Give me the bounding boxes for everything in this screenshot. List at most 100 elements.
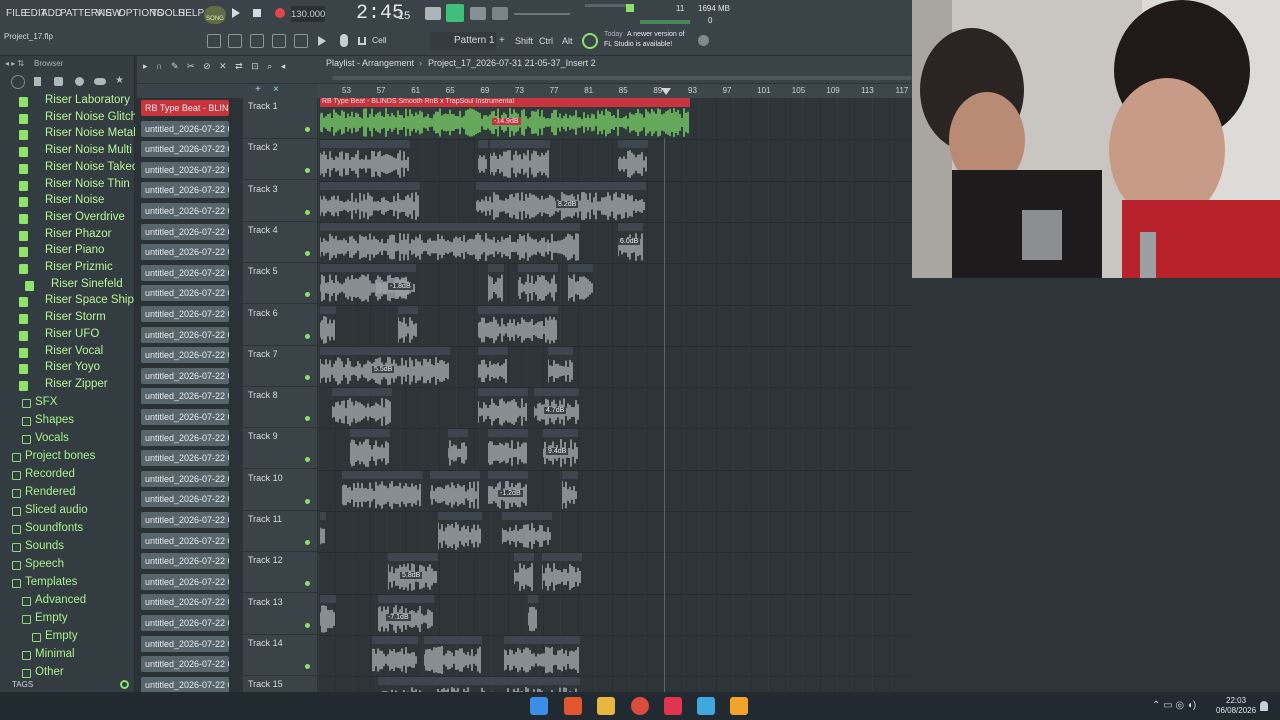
track-mute-led[interactable] (305, 457, 310, 463)
track-mute-led[interactable] (305, 540, 310, 545)
horizontal-scroll[interactable] (332, 76, 912, 80)
playhead-marker[interactable] (661, 88, 671, 95)
browser-item[interactable]: Riser Laboratory (0, 94, 135, 111)
browser-item[interactable]: Riser Noise Metal (0, 127, 135, 144)
browser-folder[interactable]: Advanced (0, 593, 135, 611)
track-header[interactable]: Track 3 (243, 181, 317, 222)
browser-item[interactable]: Riser Sinefeld (0, 278, 135, 295)
pattern-add-button[interactable]: + (499, 35, 505, 46)
windows-start-icon[interactable] (530, 697, 548, 715)
pattern-item[interactable]: untitled_2026-07-22 03- (141, 676, 229, 693)
pattern-item[interactable]: untitled_2026-07-22 02- (141, 491, 229, 508)
track-header[interactable]: Track 4 (243, 222, 317, 263)
photos-icon[interactable] (697, 697, 715, 715)
mixer-icon[interactable] (294, 34, 308, 48)
audio-clip[interactable] (424, 635, 482, 675)
track-mute-led[interactable] (305, 622, 310, 628)
browser-item[interactable]: Riser Noise Glitchy (0, 111, 135, 128)
browser-folder[interactable]: Sliced audio (0, 503, 135, 521)
audio-clip[interactable] (548, 346, 573, 386)
browser-folder[interactable]: SFX (0, 395, 135, 413)
track-header[interactable]: Track 9 (243, 428, 317, 470)
search-icon[interactable] (120, 680, 129, 689)
pattern-item[interactable]: untitled_2026-07-22 02- (141, 573, 229, 590)
browser-add-icon[interactable] (11, 75, 25, 89)
browser-cloud-icon[interactable] (94, 78, 106, 85)
audio-clip[interactable] (398, 305, 418, 345)
browser-folder[interactable]: Recorded (0, 467, 135, 485)
browser-item[interactable]: Riser Storm (0, 311, 135, 328)
playlist-grid[interactable]: RB Type Beat - BLINDS Smooth RnB x TrapS… (318, 98, 912, 692)
track-header[interactable]: Track 14 (243, 635, 317, 676)
browser-folder[interactable]: Sounds (0, 539, 135, 557)
browser-folder[interactable]: Vocals (0, 431, 135, 449)
pattern-item[interactable]: untitled_2026-07-22 02- (141, 264, 229, 281)
track-mute-led[interactable] (305, 581, 310, 587)
clock-time[interactable]: 22:03 (1226, 696, 1246, 705)
track-header[interactable]: Track 11 (243, 511, 317, 552)
audio-clip[interactable] (518, 264, 558, 303)
pattern-item[interactable]: untitled_2026-07-22 02- (141, 388, 229, 405)
browser-item[interactable]: Riser UFO (0, 328, 135, 345)
audio-clip[interactable] (502, 512, 552, 551)
tray-icons[interactable]: ⌃ ▭ ◎ ◖) (1152, 700, 1196, 711)
online-icon[interactable] (698, 35, 709, 46)
audio-clip[interactable] (320, 222, 550, 262)
folder-icon[interactable] (597, 697, 615, 715)
pattern-item[interactable]: untitled_2026-07-22 02- (141, 615, 229, 631)
pattern-item[interactable]: untitled_2026-07-22 02- (141, 532, 229, 549)
pattern-item[interactable]: untitled_2026-07-22 03- (141, 656, 229, 673)
browser-folder[interactable]: Rendered (0, 485, 135, 503)
pattern-item[interactable]: untitled_2026-07-22 02- (141, 367, 229, 384)
mic-icon[interactable] (340, 34, 348, 47)
track-header[interactable]: Track 5 (243, 263, 317, 305)
pattern-item[interactable]: untitled_2026-07-22 02- (141, 120, 229, 137)
browser-item[interactable]: Riser Noise Thin (0, 178, 135, 195)
pattern-item[interactable]: untitled_2026-07-22 03- (141, 635, 229, 652)
audio-clip[interactable] (542, 553, 582, 592)
browser-folder[interactable]: Shapes (0, 413, 135, 431)
audio-clip[interactable] (478, 346, 508, 386)
play-icon[interactable] (232, 8, 240, 18)
browser-item[interactable]: Riser Phazor (0, 228, 135, 245)
fl-studio-icon[interactable] (730, 697, 748, 715)
notification-icon[interactable] (1260, 701, 1268, 711)
audio-clip[interactable] (320, 140, 410, 179)
track-mute-led[interactable] (305, 498, 310, 504)
audio-clip[interactable] (372, 635, 418, 675)
snap-magnet-icon[interactable] (358, 37, 366, 45)
track-mute-led[interactable] (305, 168, 310, 174)
pattern-item[interactable]: untitled_2026-07-22 02- (141, 182, 229, 199)
browser-item[interactable]: Riser Overdrive (0, 211, 135, 228)
record-icon[interactable] (275, 8, 285, 18)
browser-item[interactable]: Riser Noise Multi (0, 144, 135, 161)
browser-folder[interactable]: Project bones (0, 449, 135, 467)
audio-clip[interactable] (430, 470, 480, 510)
pattern-item[interactable]: untitled_2026-07-22 02- (141, 306, 229, 322)
tiktok-icon[interactable] (664, 697, 682, 715)
audio-clip[interactable] (378, 677, 518, 692)
menu-add[interactable]: ADD (41, 8, 62, 19)
audio-clip[interactable] (320, 305, 336, 345)
playlist-breadcrumb[interactable]: Project_17_2026-07-31 21-05-37_Insert 2 (428, 58, 596, 68)
tempo-display[interactable]: 130.000 (291, 6, 325, 22)
pattern-item[interactable]: RB Type Beat - BLIND... (141, 100, 229, 116)
browser-item[interactable]: Riser Noise (0, 194, 135, 211)
timeline-ruler[interactable]: 53 57 61 65 69 73 77 81 85 89 93 97 101 105 109 113 117 (318, 84, 912, 98)
track-header[interactable]: Track 8 (243, 387, 317, 429)
browser-folder[interactable]: Speech (0, 557, 135, 575)
pattern-item[interactable]: untitled_2026-07-22 02- (141, 244, 229, 261)
pattern-song-icon[interactable] (425, 7, 441, 20)
browser-folder[interactable]: Templates (0, 575, 135, 593)
track-header[interactable]: Track 12 (243, 552, 317, 594)
chrome-icon[interactable] (631, 697, 649, 715)
track-mute-led[interactable] (305, 250, 310, 256)
track-header[interactable]: Track 10 (243, 470, 317, 511)
browser-arrows[interactable]: ◂ ▸ ⇅ (5, 59, 24, 68)
track-header[interactable]: Track 2 (243, 139, 317, 181)
ctrl-key[interactable]: Ctrl (539, 36, 553, 46)
countdown-icon[interactable] (492, 7, 508, 20)
pattern-item[interactable]: untitled_2026-07-22 02- (141, 285, 229, 302)
notice-line2[interactable]: FL Studio is available! (604, 41, 672, 48)
alt-key[interactable]: Alt (562, 36, 573, 46)
